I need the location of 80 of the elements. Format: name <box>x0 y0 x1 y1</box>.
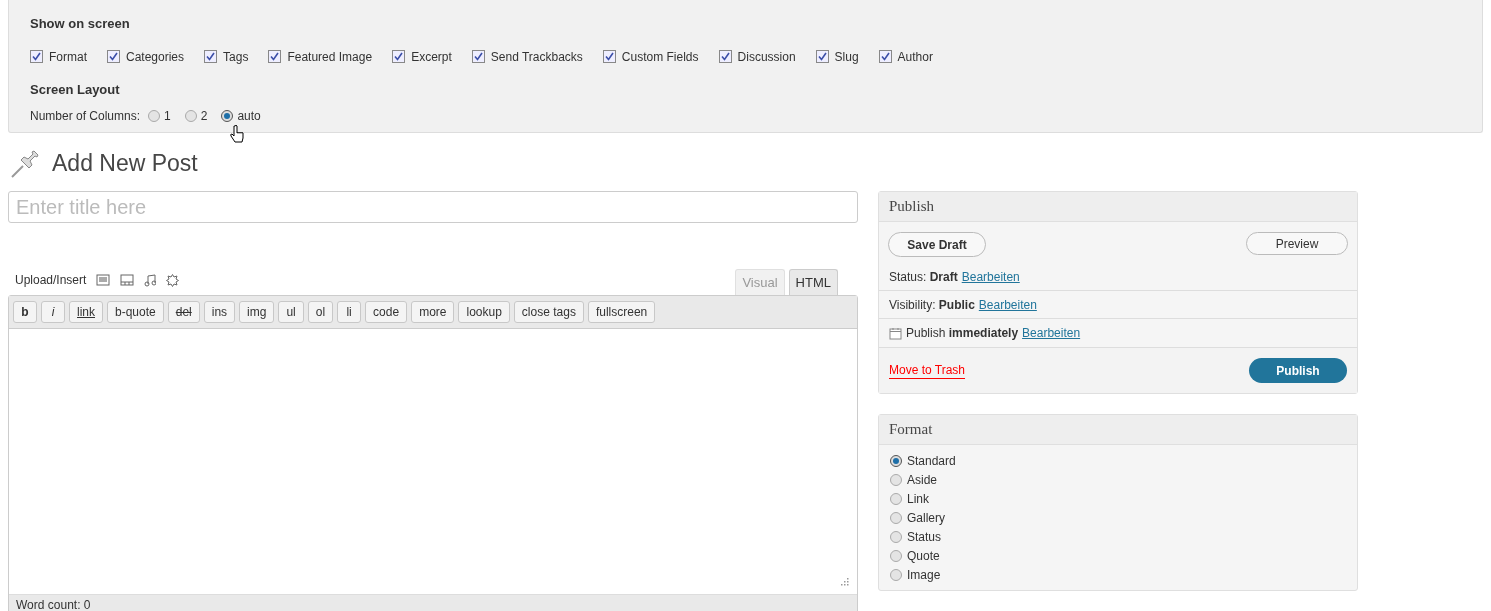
radio-label: Gallery <box>907 509 945 527</box>
section-heading: Show on screen <box>30 15 131 33</box>
radio-button[interactable] <box>890 511 902 524</box>
checkbox[interactable] <box>268 50 282 63</box>
quicktag-button[interactable]: code <box>365 301 408 323</box>
image-icon[interactable] <box>96 274 111 286</box>
upload-insert-label: Upload/Insert <box>15 272 87 289</box>
checkbox[interactable] <box>815 50 829 63</box>
quicktag-button[interactable]: i <box>41 301 65 323</box>
checkbox[interactable] <box>204 50 218 63</box>
save-draft-button[interactable]: Save Draft <box>888 232 986 257</box>
checkbox[interactable] <box>107 50 120 63</box>
radio-label: 1 <box>164 108 171 125</box>
checkbox-label: Send Trackbacks <box>490 48 583 66</box>
checkbox-label: Format <box>49 48 87 66</box>
page-title: Add New Post <box>52 148 198 178</box>
radio-label: Standard <box>907 452 956 470</box>
checkbox-label: Categories <box>126 48 185 66</box>
quicktag-button[interactable]: ins <box>203 301 236 323</box>
calendar-icon <box>889 326 902 340</box>
radio-label: Status <box>907 528 942 546</box>
checkbox[interactable] <box>602 50 616 63</box>
editor-tab[interactable]: HTML <box>788 269 838 295</box>
status-text: Status: Draft <box>889 268 958 286</box>
radio-label: Image <box>907 566 941 584</box>
quicktag-button[interactable]: ul <box>278 301 304 323</box>
radio-button[interactable] <box>890 568 902 581</box>
word-count: Word count: 0 <box>16 598 91 611</box>
radio-button[interactable] <box>890 549 902 562</box>
quicktag-button[interactable]: more <box>411 301 455 323</box>
checkbox-label: Featured Image <box>287 48 373 66</box>
checkbox-label: Excerpt <box>411 48 452 66</box>
radio-button[interactable] <box>148 110 161 122</box>
quicktag-button[interactable]: link <box>69 301 103 323</box>
radio-button[interactable] <box>890 530 902 543</box>
move-to-trash-link[interactable]: Move to Trash <box>889 362 966 379</box>
checkbox-label: Tags <box>223 48 249 66</box>
checkbox[interactable] <box>878 50 892 63</box>
preview-button[interactable]: Preview <box>1246 232 1348 255</box>
radio-button[interactable] <box>890 492 902 505</box>
checkbox[interactable] <box>392 50 406 63</box>
checkbox[interactable] <box>30 50 43 63</box>
radio-label: Aside <box>907 471 938 489</box>
box-title: Publish <box>889 197 934 217</box>
quicktag-button[interactable]: b-quote <box>107 301 164 323</box>
radio-label: auto <box>237 108 261 125</box>
radio-button[interactable] <box>184 110 197 122</box>
resize-grip-icon[interactable] <box>840 577 849 586</box>
checkbox-label: Custom Fields <box>621 48 699 66</box>
quicktag-button[interactable]: lookup <box>458 301 510 323</box>
checkbox[interactable] <box>718 50 732 63</box>
quicktag-button[interactable]: del <box>167 301 200 323</box>
section-heading: Screen Layout <box>30 80 121 99</box>
radio-button[interactable] <box>890 473 902 486</box>
checkbox-label: Slug <box>834 48 859 66</box>
status-text: Visibility: Public <box>889 296 975 314</box>
edit-link[interactable]: Bearbeiten <box>978 295 1037 314</box>
quicktag-button[interactable]: fullscreen <box>587 301 656 323</box>
publish-button[interactable]: Publish <box>1249 358 1347 383</box>
quicktag-button[interactable]: close tags <box>513 301 584 323</box>
checkbox-label: Discussion <box>737 48 796 66</box>
edit-link[interactable]: Bearbeiten <box>961 267 1020 286</box>
field-label: Number of Columns: <box>30 108 141 125</box>
quicktag-button[interactable]: li <box>337 301 362 323</box>
radio-label: Quote <box>907 547 940 565</box>
status-text: Publish immediately <box>906 325 1019 342</box>
quicktag-button[interactable]: b <box>13 301 37 323</box>
quicktag-button[interactable]: ol <box>307 301 334 323</box>
star-burst-icon[interactable] <box>166 273 180 287</box>
radio-button[interactable] <box>890 454 902 467</box>
edit-link[interactable]: Bearbeiten <box>1022 324 1081 342</box>
box-title: Format <box>889 420 933 440</box>
radio-label: 2 <box>200 108 208 125</box>
quicktag-button[interactable]: img <box>239 301 275 323</box>
checkbox-label: Author <box>897 48 933 66</box>
music-note-icon[interactable] <box>144 273 157 287</box>
checkbox[interactable] <box>471 50 485 63</box>
title-input[interactable]: Enter title here <box>8 191 858 223</box>
radio-button[interactable] <box>221 110 234 122</box>
radio-label: Link <box>907 490 929 508</box>
